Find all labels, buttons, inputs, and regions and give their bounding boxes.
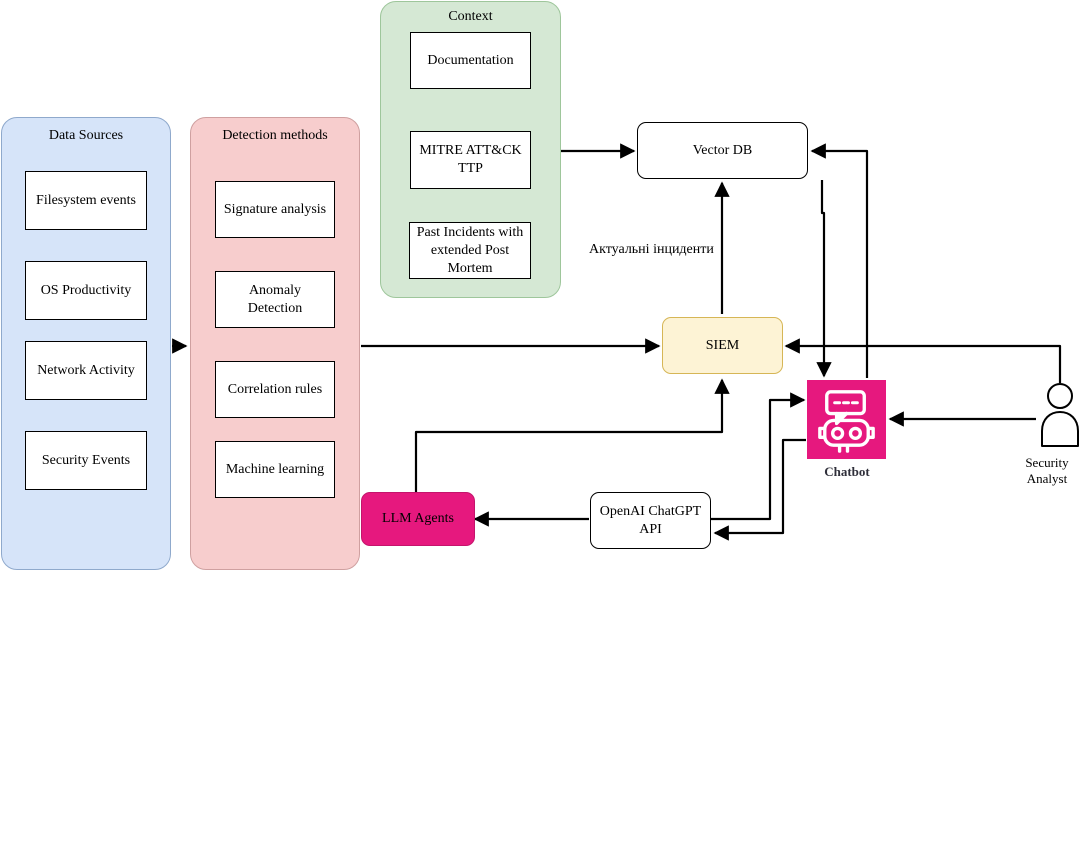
context-item-documentation[interactable]: Documentation [410,32,531,89]
edge-label-current-incidents: Актуальні інциденти [589,242,714,257]
context-item-label: MITRE ATT&CK TTP [419,143,522,176]
node-llm-agents[interactable]: LLM Agents [361,492,475,546]
edge-analyst-to-siem [784,338,1062,383]
context-item-label: Past Incidents with extended Post Mortem [416,224,524,276]
node-chatbot-label: Chatbot [824,464,870,479]
context-item-label: Documentation [427,52,514,68]
detection-method-item-label: Correlation rules [227,381,323,397]
detection-method-item-label: Machine learning [225,461,325,477]
edge-chatbot-to-vectordb [810,143,869,378]
person-icon [1041,383,1079,447]
data-source-item-filesystem-events[interactable]: Filesystem events [25,171,147,230]
panel-detection-methods-title: Detection methods [222,128,328,143]
robot-icon [818,390,875,453]
data-source-item-network-activity[interactable]: Network Activity [25,341,147,400]
edge-openai-to-chatbot [711,392,806,521]
detection-method-item-correlation-rules[interactable]: Correlation rules [215,361,335,418]
panel-context-title: Context [448,9,493,24]
node-chatbot[interactable] [807,380,886,459]
data-source-item-os-productivity[interactable]: OS Productivity [25,261,147,320]
node-vector-db[interactable]: Vector DB [637,122,808,179]
data-source-item-label: Security Events [41,452,131,468]
data-source-item-label: OS Productivity [40,282,132,298]
node-vector-db-label: Vector DB [692,142,753,158]
node-security-analyst[interactable] [1036,383,1084,448]
edge-vectordb-to-chatbot [816,180,832,378]
panel-data-sources-title: Data Sources [48,128,124,143]
context-item-past-incidents[interactable]: Past Incidents with extended Post Mortem [409,222,531,279]
detection-method-item-label: Anomaly Detection [247,282,303,316]
context-item-mitre-attack-ttp[interactable]: MITRE ATT&CK TTP [410,131,531,189]
detection-method-item-machine-learning[interactable]: Machine learning [215,441,335,498]
detection-method-item-signature-analysis[interactable]: Signature analysis [215,181,335,238]
node-openai-chatgpt-api-label: OpenAI ChatGPT API [599,503,702,537]
detection-method-item-anomaly-detection[interactable]: Anomaly Detection [215,271,335,328]
node-security-analyst-label: Security Analyst [1025,455,1069,486]
node-llm-agents-label: LLM Agents [382,511,454,526]
data-source-item-label: Filesystem events [36,192,136,208]
node-siem-label: SIEM [705,337,740,353]
edge-chatbot-to-openai [713,438,806,541]
node-siem[interactable]: SIEM [662,317,783,374]
detection-method-item-label: Signature analysis [223,201,327,217]
data-source-item-security-events[interactable]: Security Events [25,431,147,490]
data-source-item-label: Network Activity [37,362,135,378]
edge-llmagents-to-siem [414,378,730,492]
node-openai-chatgpt-api[interactable]: OpenAI ChatGPT API [590,492,711,549]
diagram-canvas: Data Sources Filesystem events OS Produc… [0,0,1084,856]
